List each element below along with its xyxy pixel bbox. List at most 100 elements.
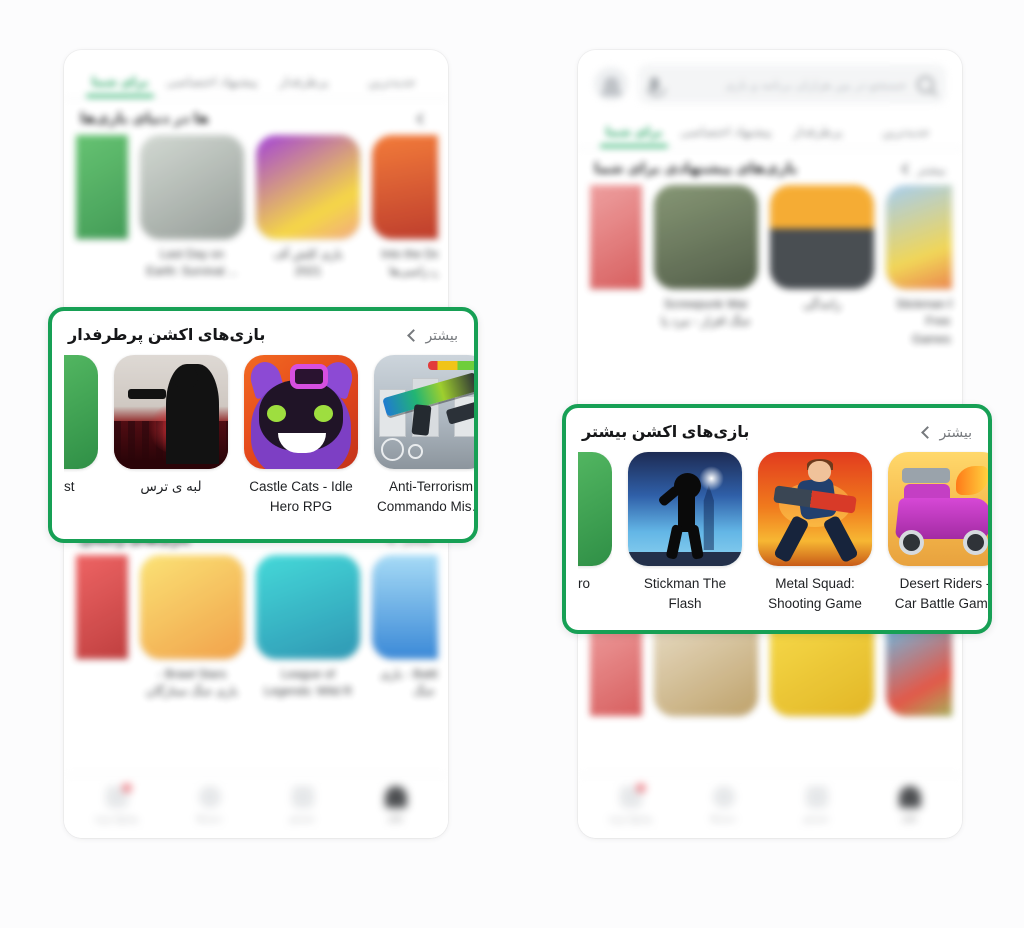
highlight-more-label: بیشتر	[425, 326, 458, 343]
app-card-fear-edge[interactable]: لبه ی ترس	[114, 355, 228, 518]
highlight-app-row[interactable]: st لبه ی ترس Castle Cats - Idle Hero RPG…	[64, 355, 474, 518]
app-row[interactable]: Brawl Stars - بازی جنگ ستارگان League of…	[74, 554, 438, 707]
section-header: ها در دنیای بازی‌ها	[74, 99, 438, 135]
highlight-more-label: بیشتر	[939, 423, 972, 440]
app-card-peek[interactable]	[590, 185, 642, 348]
tab-popular[interactable]: پرطرفدار	[262, 68, 346, 98]
nav-label: دسته‌ها	[196, 813, 223, 823]
tab-popular[interactable]: پرطرفدار	[776, 118, 860, 148]
app-card-peek[interactable]: ro	[578, 452, 612, 615]
app-name: Last Day on Earth: Survival ...	[146, 247, 238, 279]
highlight-more-link[interactable]: بیشتر	[921, 423, 972, 441]
app-name: Metal Squad: Shooting Game	[768, 576, 862, 612]
highlight-title: بازی‌های اکشن بیشتر	[582, 424, 750, 441]
chevron-left-icon	[921, 425, 935, 439]
search-icon	[291, 786, 314, 808]
highlight-more-link[interactable]: بیشتر	[407, 326, 458, 344]
chevron-left-icon	[407, 328, 421, 342]
app-card[interactable]: League of Legends: Wild R	[256, 554, 360, 701]
nav-item-special-offers[interactable]: پیشنهاد ویژه	[70, 784, 163, 824]
chevron-left-icon	[901, 163, 913, 175]
nav-item-home[interactable]: خانه	[863, 786, 956, 824]
nav-item-categories[interactable]: دسته‌ها	[163, 786, 256, 824]
app-name: Screwpunk War جنگ افزار - نبرد پا	[661, 297, 751, 329]
app-icon	[64, 355, 98, 469]
nav-item-search[interactable]: جستجو	[256, 786, 349, 824]
app-card[interactable]: رانندگی	[770, 185, 874, 348]
app-artwork	[374, 355, 474, 469]
section-more-link[interactable]: بیشتر	[901, 162, 946, 177]
app-card[interactable]: Brawl Stars - بازی جنگ ستارگان	[140, 554, 244, 701]
nav-label: خانه	[388, 813, 403, 823]
app-card-peek[interactable]	[76, 135, 128, 281]
gift-icon	[105, 784, 131, 808]
section-free-games-left: بازی‌های رایگان بیشتر Brawl Stars -	[64, 519, 448, 707]
notification-badge	[122, 784, 131, 792]
app-card[interactable]: بازی کلش آف 2021	[256, 135, 360, 281]
app-name: Stickman Party: Free Games ...	[895, 297, 952, 346]
search-input[interactable]: جستجو در بین هزاران برنامه و بازی	[638, 64, 946, 104]
notification-badge	[636, 784, 645, 792]
highlight-box-popular-action-games: بازی‌های اکشن پرطرفدار بیشتر st	[48, 307, 478, 543]
app-card-desert-riders[interactable]: Desert Riders - Car Battle Game	[888, 452, 992, 615]
app-row[interactable]: Last Day on Earth: Survival ... بازی کلش…	[74, 135, 438, 287]
nav-item-search[interactable]: جستجو	[770, 786, 863, 824]
app-card-metal-squad[interactable]: Metal Squad: Shooting Game	[758, 452, 872, 615]
app-icon	[770, 185, 874, 289]
search-placeholder: جستجو در بین هزاران برنامه و بازی	[724, 77, 907, 92]
app-card[interactable]: Battle Bay - بازی جنگ	[372, 554, 438, 701]
nav-label: دسته‌ها	[710, 813, 737, 823]
app-name: Anti-Terrorism Commando Mis…	[376, 479, 478, 515]
avatar[interactable]	[594, 67, 628, 101]
tab-special-offers[interactable]: پیشنهاد اختصاصی	[166, 68, 257, 98]
tab-for-you[interactable]: برای شما	[78, 68, 162, 98]
app-name: Battle Bay - بازی جنگ	[380, 666, 438, 699]
tab-for-you[interactable]: برای شما	[592, 118, 676, 148]
screenshot-stage: برای شما پیشنهاد اختصاصی پرطرفدار جدیدتر…	[0, 0, 1024, 928]
app-icon	[372, 554, 438, 659]
nav-label: جستجو	[289, 813, 316, 823]
app-card-stickman-the-flash[interactable]: Stickman The Flash	[628, 452, 742, 615]
nav-label: جستجو	[803, 813, 830, 823]
nav-item-home[interactable]: خانه	[349, 786, 442, 824]
app-card-peek[interactable]	[76, 554, 128, 701]
highlight-title: بازی‌های اکشن پرطرفدار	[68, 327, 266, 344]
search-icon[interactable]	[917, 75, 934, 93]
app-name: Castle Cats - Idle Hero RPG	[249, 479, 353, 515]
tab-strip-left[interactable]: برای شما پیشنهاد اختصاصی پرطرفدار جدیدتر…	[64, 64, 448, 99]
app-artwork	[758, 452, 872, 566]
app-name: لبه ی ترس	[140, 479, 202, 494]
avatar-icon	[600, 76, 622, 96]
tab-newest[interactable]: جدیدترین	[350, 68, 434, 98]
section-games-world-left: ها در دنیای بازی‌ها Last Day on Ea	[64, 99, 448, 287]
nav-label: پیشنهاد ویژه	[608, 813, 653, 823]
app-icon	[628, 452, 742, 566]
nav-label: خانه	[902, 813, 917, 823]
bottom-nav-left[interactable]: پیشنهاد ویژه دسته‌ها جستجو خانه	[64, 775, 448, 838]
app-name: st	[64, 479, 75, 494]
app-name: Desert Riders - Car Battle Game	[894, 576, 992, 612]
app-card[interactable]: Stickman Party: Free Games ...	[886, 185, 952, 348]
app-card-castle-cats[interactable]: Castle Cats - Idle Hero RPG	[244, 355, 358, 518]
app-card[interactable]: Into the Dead ... مردن زامبی‌ها	[372, 135, 438, 281]
bottom-nav-right[interactable]: پیشنهاد ویژه دسته‌ها جستجو خانه	[578, 775, 962, 838]
tab-newest[interactable]: جدیدترین	[864, 118, 948, 148]
nav-item-special-offers[interactable]: پیشنهاد ویژه	[584, 784, 677, 824]
tab-strip-right[interactable]: برای شما پیشنهاد اختصاصی پرطرفدار جدیدتر…	[578, 114, 962, 149]
app-card[interactable]: Screwpunk War جنگ افزار - نبرد پا	[654, 185, 758, 348]
nav-item-categories[interactable]: دسته‌ها	[677, 786, 770, 824]
app-card-anti-terrorism[interactable]: Anti-Terrorism Commando Mis…	[374, 355, 478, 518]
search-bar-row[interactable]: جستجو در بین هزاران برنامه و بازی	[578, 50, 962, 114]
app-row[interactable]: Screwpunk War جنگ افزار - نبرد پا رانندگ…	[588, 185, 952, 354]
microphone-icon[interactable]	[647, 76, 666, 97]
section-suggested-right: بازی‌های پیشنهادی برای شما بیشتر Screwpu…	[578, 149, 962, 354]
home-icon	[384, 786, 407, 808]
highlight-app-row[interactable]: ro Stickman The Flash Metal Squad: Shoot…	[578, 452, 988, 615]
tab-special-offers[interactable]: پیشنهاد اختصاصی	[680, 118, 771, 148]
section-more-link[interactable]	[416, 113, 432, 125]
app-card-peek[interactable]: st	[64, 355, 98, 518]
nav-label: پیشنهاد ویژه	[94, 813, 139, 823]
app-icon	[374, 355, 474, 469]
app-card[interactable]: Last Day on Earth: Survival ...	[140, 135, 244, 281]
app-artwork	[888, 452, 988, 566]
